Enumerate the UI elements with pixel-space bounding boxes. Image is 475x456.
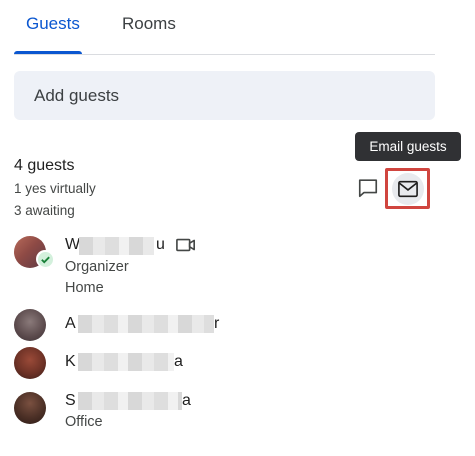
guest-name-initial: K (65, 353, 76, 370)
message-guests-button[interactable] (353, 173, 383, 203)
tab-rooms[interactable]: Rooms (122, 14, 176, 34)
add-guests-input[interactable] (34, 71, 414, 120)
guest-role: Organizer (65, 259, 129, 275)
add-guests-field-container (14, 71, 435, 120)
guest-location: Home (65, 280, 104, 296)
guest-list-item[interactable]: K a (14, 347, 435, 379)
envelope-icon (397, 180, 418, 197)
guest-name-end: r (214, 315, 220, 332)
guest-list-item[interactable]: S a Office (14, 392, 435, 432)
guest-name-initial: W (65, 236, 81, 253)
guest-name-initial: A (65, 315, 76, 332)
rsvp-awaiting: 3 awaiting (14, 203, 75, 218)
rsvp-yes-virtually: 1 yes virtually (14, 181, 96, 196)
guest-name-end: a (182, 392, 191, 409)
guest-list-item[interactable]: W u Organizer Home (14, 236, 435, 296)
tab-bar: Guests Rooms (14, 0, 435, 55)
check-icon (40, 256, 50, 263)
avatar (14, 392, 46, 424)
accepted-check-badge (36, 250, 54, 268)
active-tab-indicator (14, 51, 82, 54)
email-guests-button-hover (391, 172, 424, 205)
redacted-name (78, 392, 182, 410)
guest-count: 4 guests (14, 157, 75, 174)
avatar (14, 309, 46, 341)
guest-name-end: a (174, 353, 183, 370)
tab-guests[interactable]: Guests (26, 14, 80, 34)
video-camera-icon (176, 238, 195, 252)
email-guests-button[interactable] (385, 168, 430, 209)
chat-bubble-icon (358, 179, 378, 198)
redacted-name (78, 353, 174, 371)
redacted-name (78, 315, 214, 333)
avatar (14, 347, 46, 379)
guest-name-end: u (156, 236, 165, 253)
email-guests-tooltip: Email guests (355, 132, 461, 161)
redacted-name (79, 237, 154, 255)
guest-name-initial: S (65, 392, 76, 409)
guest-location: Office (65, 414, 103, 430)
guest-list-item[interactable]: A r (14, 309, 435, 341)
